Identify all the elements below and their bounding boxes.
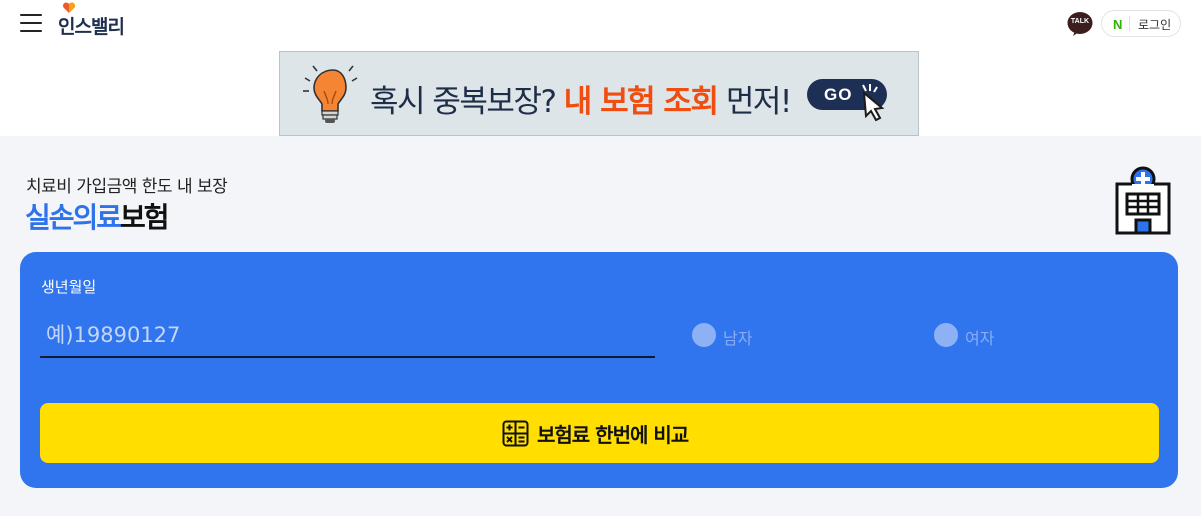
compare-button-label: 보험료 한번에 비교 [537, 423, 689, 447]
naver-login-button[interactable]: N 로그인 [1101, 10, 1181, 37]
calculator-icon [502, 420, 529, 447]
radio-label-male: 남자 [723, 329, 753, 348]
naver-icon: N [1113, 17, 1123, 32]
banner-headline: 혹시 중복보장? 내 보험 조회 먼저! [370, 84, 792, 120]
kakao-talk-badge: TALK [1070, 18, 1090, 25]
quote-form-card: 생년월일 남자 여자 보험료 한번에 비교 [20, 252, 1178, 488]
logo-text: 인스밸리 [58, 16, 125, 38]
radio-dot [692, 323, 716, 347]
kakao-talk-icon[interactable]: TALK [1067, 11, 1093, 37]
lightbulb-icon [303, 65, 358, 123]
site-header: 인스밸리 TALK N 로그인 [0, 0, 1201, 50]
pointer-cursor-icon [862, 84, 885, 122]
login-label: 로그인 [1138, 18, 1172, 32]
hamburger-menu-icon[interactable] [20, 13, 42, 33]
insurance-lookup-banner[interactable]: 혹시 중복보장? 내 보험 조회 먼저! GO [279, 51, 919, 136]
compare-premiums-button[interactable]: 보험료 한번에 비교 [40, 403, 1159, 463]
radio-dot [934, 323, 958, 347]
birth-date-input[interactable] [40, 314, 655, 358]
birth-date-label: 생년월일 [41, 278, 97, 296]
login-divider [1129, 16, 1130, 31]
section-subtitle: 치료비 가입금액 한도 내 보장 [26, 177, 228, 197]
insurance-section: 치료비 가입금액 한도 내 보장 실손의료보험 생년월일 남자 여자 [0, 136, 1201, 516]
banner-highlight: 내 보험 조회 [563, 84, 719, 120]
hospital-icon [1115, 166, 1171, 235]
section-title: 실손의료보험 [25, 201, 170, 234]
radio-label-female: 여자 [965, 329, 995, 348]
